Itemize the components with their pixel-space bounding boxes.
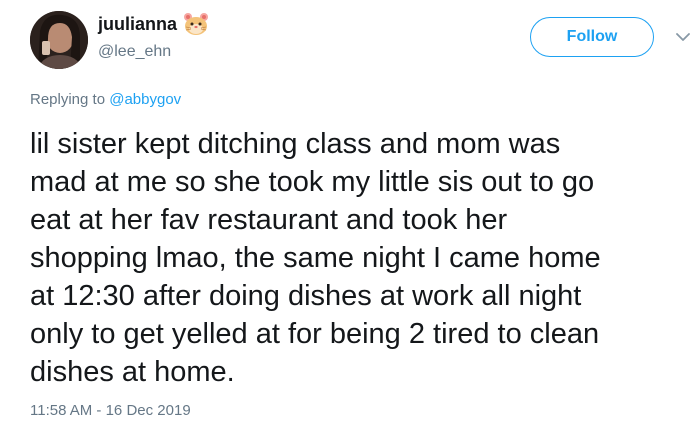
user-info: juulianna @lee_ehn: [98, 12, 209, 62]
tweet-text-line: shopping lmao, the same night I came hom…: [30, 242, 601, 274]
tweet-timestamp[interactable]: 11:58 AM - 16 Dec 2019: [30, 402, 191, 420]
tweet-text-line: dishes at home.: [30, 356, 235, 388]
display-name[interactable]: juulianna: [98, 12, 209, 36]
tweet-text-line: lil sister kept ditching class and mom w…: [30, 128, 561, 160]
tweet-text-line: only to get yelled at for being 2 tired …: [30, 318, 600, 350]
reply-mention-link[interactable]: @abbygov: [109, 91, 181, 108]
hamster-face-icon: [183, 12, 209, 36]
tweet-card: juulianna @lee_ehn Follow Replying to @a…: [0, 0, 700, 435]
user-handle[interactable]: @lee_ehn: [98, 42, 209, 62]
replying-to-label: Replying to: [30, 91, 110, 108]
tweet-text-line: mad at me so she took my little sis out …: [30, 166, 595, 198]
chevron-down-icon[interactable]: [676, 30, 690, 42]
display-name-text[interactable]: juulianna: [98, 13, 177, 35]
tweet-text-line: eat at her fav restaurant and took her: [30, 204, 508, 236]
tweet-text-line: at 12:30 after doing dishes at work all …: [30, 280, 582, 312]
replying-to: Replying to @abbygov: [30, 91, 181, 109]
avatar[interactable]: [30, 11, 88, 69]
follow-button[interactable]: Follow: [530, 17, 654, 57]
tweet-text: lil sister kept ditching class and mom w…: [30, 125, 698, 391]
